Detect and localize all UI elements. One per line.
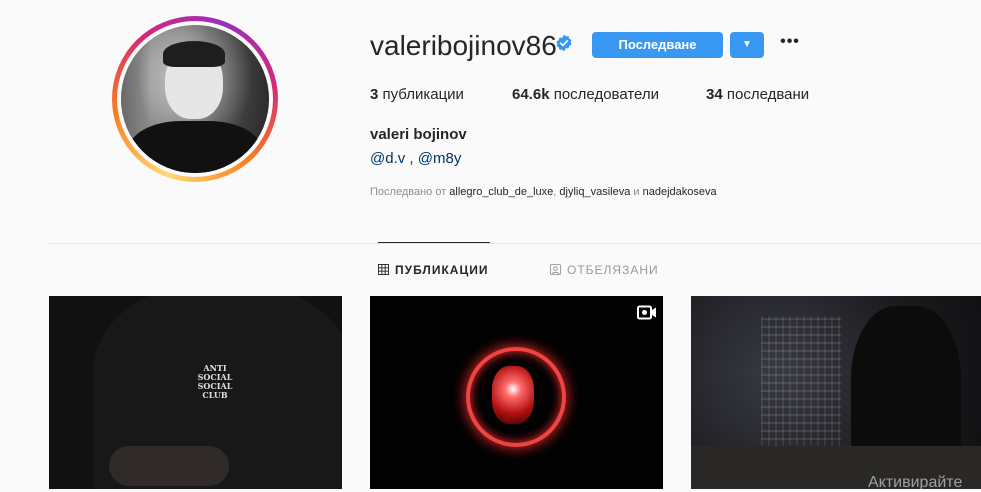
video-icon [637, 305, 656, 320]
avatar-hair [163, 41, 225, 67]
bio-mention-link[interactable]: @d.v [370, 150, 405, 167]
followed-by-prefix: Последвано от [370, 186, 450, 198]
post-image-window-lights [761, 316, 841, 456]
post-tile[interactable] [370, 296, 663, 489]
stat-following[interactable]: 34 последвани [706, 86, 809, 104]
more-options-icon[interactable]: ••• [779, 34, 801, 56]
profile-full-name: valeri bojinov [370, 126, 467, 143]
windows-activation-watermark: Активирайте [868, 474, 963, 491]
follower-link[interactable]: allegro_club_de_luxe [449, 186, 553, 198]
verified-badge-icon [556, 34, 572, 52]
tab-posts[interactable]: ПУБЛИКАЦИИ [378, 262, 488, 278]
follow-button[interactable]: Последване [592, 32, 723, 58]
active-tab-indicator [378, 242, 490, 243]
posts-count: 3 [370, 86, 379, 103]
followers-label: последователи [553, 86, 660, 103]
post-image-glow-core [492, 366, 534, 424]
profile-username: valeribojinov86 [370, 30, 557, 61]
post-image-logo: ANTI SOCIAL SOCIAL CLUB [185, 364, 245, 400]
bio: @d.v , @m8y [370, 150, 461, 168]
post-tile[interactable] [691, 296, 981, 489]
follower-link[interactable]: nadejdakoseva [643, 186, 717, 198]
followed-by: Последвано от allegro_club_de_luxe, djyl… [370, 185, 717, 199]
avatar-body [129, 121, 261, 173]
post-image-hands [109, 446, 229, 486]
tab-tagged-label: ОТБЕЛЯЗАНИ [567, 263, 659, 277]
avatar[interactable] [121, 25, 269, 173]
tabs-divider [49, 243, 981, 244]
tab-tagged[interactable]: ОТБЕЛЯЗАНИ [550, 262, 659, 278]
grid-icon [378, 264, 389, 275]
bio-separator: , [405, 150, 418, 167]
follower-link[interactable]: djyliq_vasileva [559, 186, 630, 198]
following-label: последвани [726, 86, 810, 103]
stat-followers[interactable]: 64.6k последователи [512, 86, 659, 104]
suggestions-dropdown-button[interactable]: ▼ [730, 32, 764, 58]
followers-count: 64.6k [512, 86, 550, 103]
tab-posts-label: ПУБЛИКАЦИИ [395, 263, 489, 277]
posts-label: публикации [382, 86, 464, 103]
logo-line: CLUB [202, 390, 228, 400]
following-count: 34 [706, 86, 723, 103]
bio-mention-link[interactable]: @m8y [418, 150, 462, 167]
stat-posts: 3 публикации [370, 86, 464, 104]
tagged-icon [550, 264, 561, 275]
post-tile[interactable]: ANTI SOCIAL SOCIAL CLUB [49, 296, 342, 489]
followed-by-separator: и [630, 186, 643, 198]
